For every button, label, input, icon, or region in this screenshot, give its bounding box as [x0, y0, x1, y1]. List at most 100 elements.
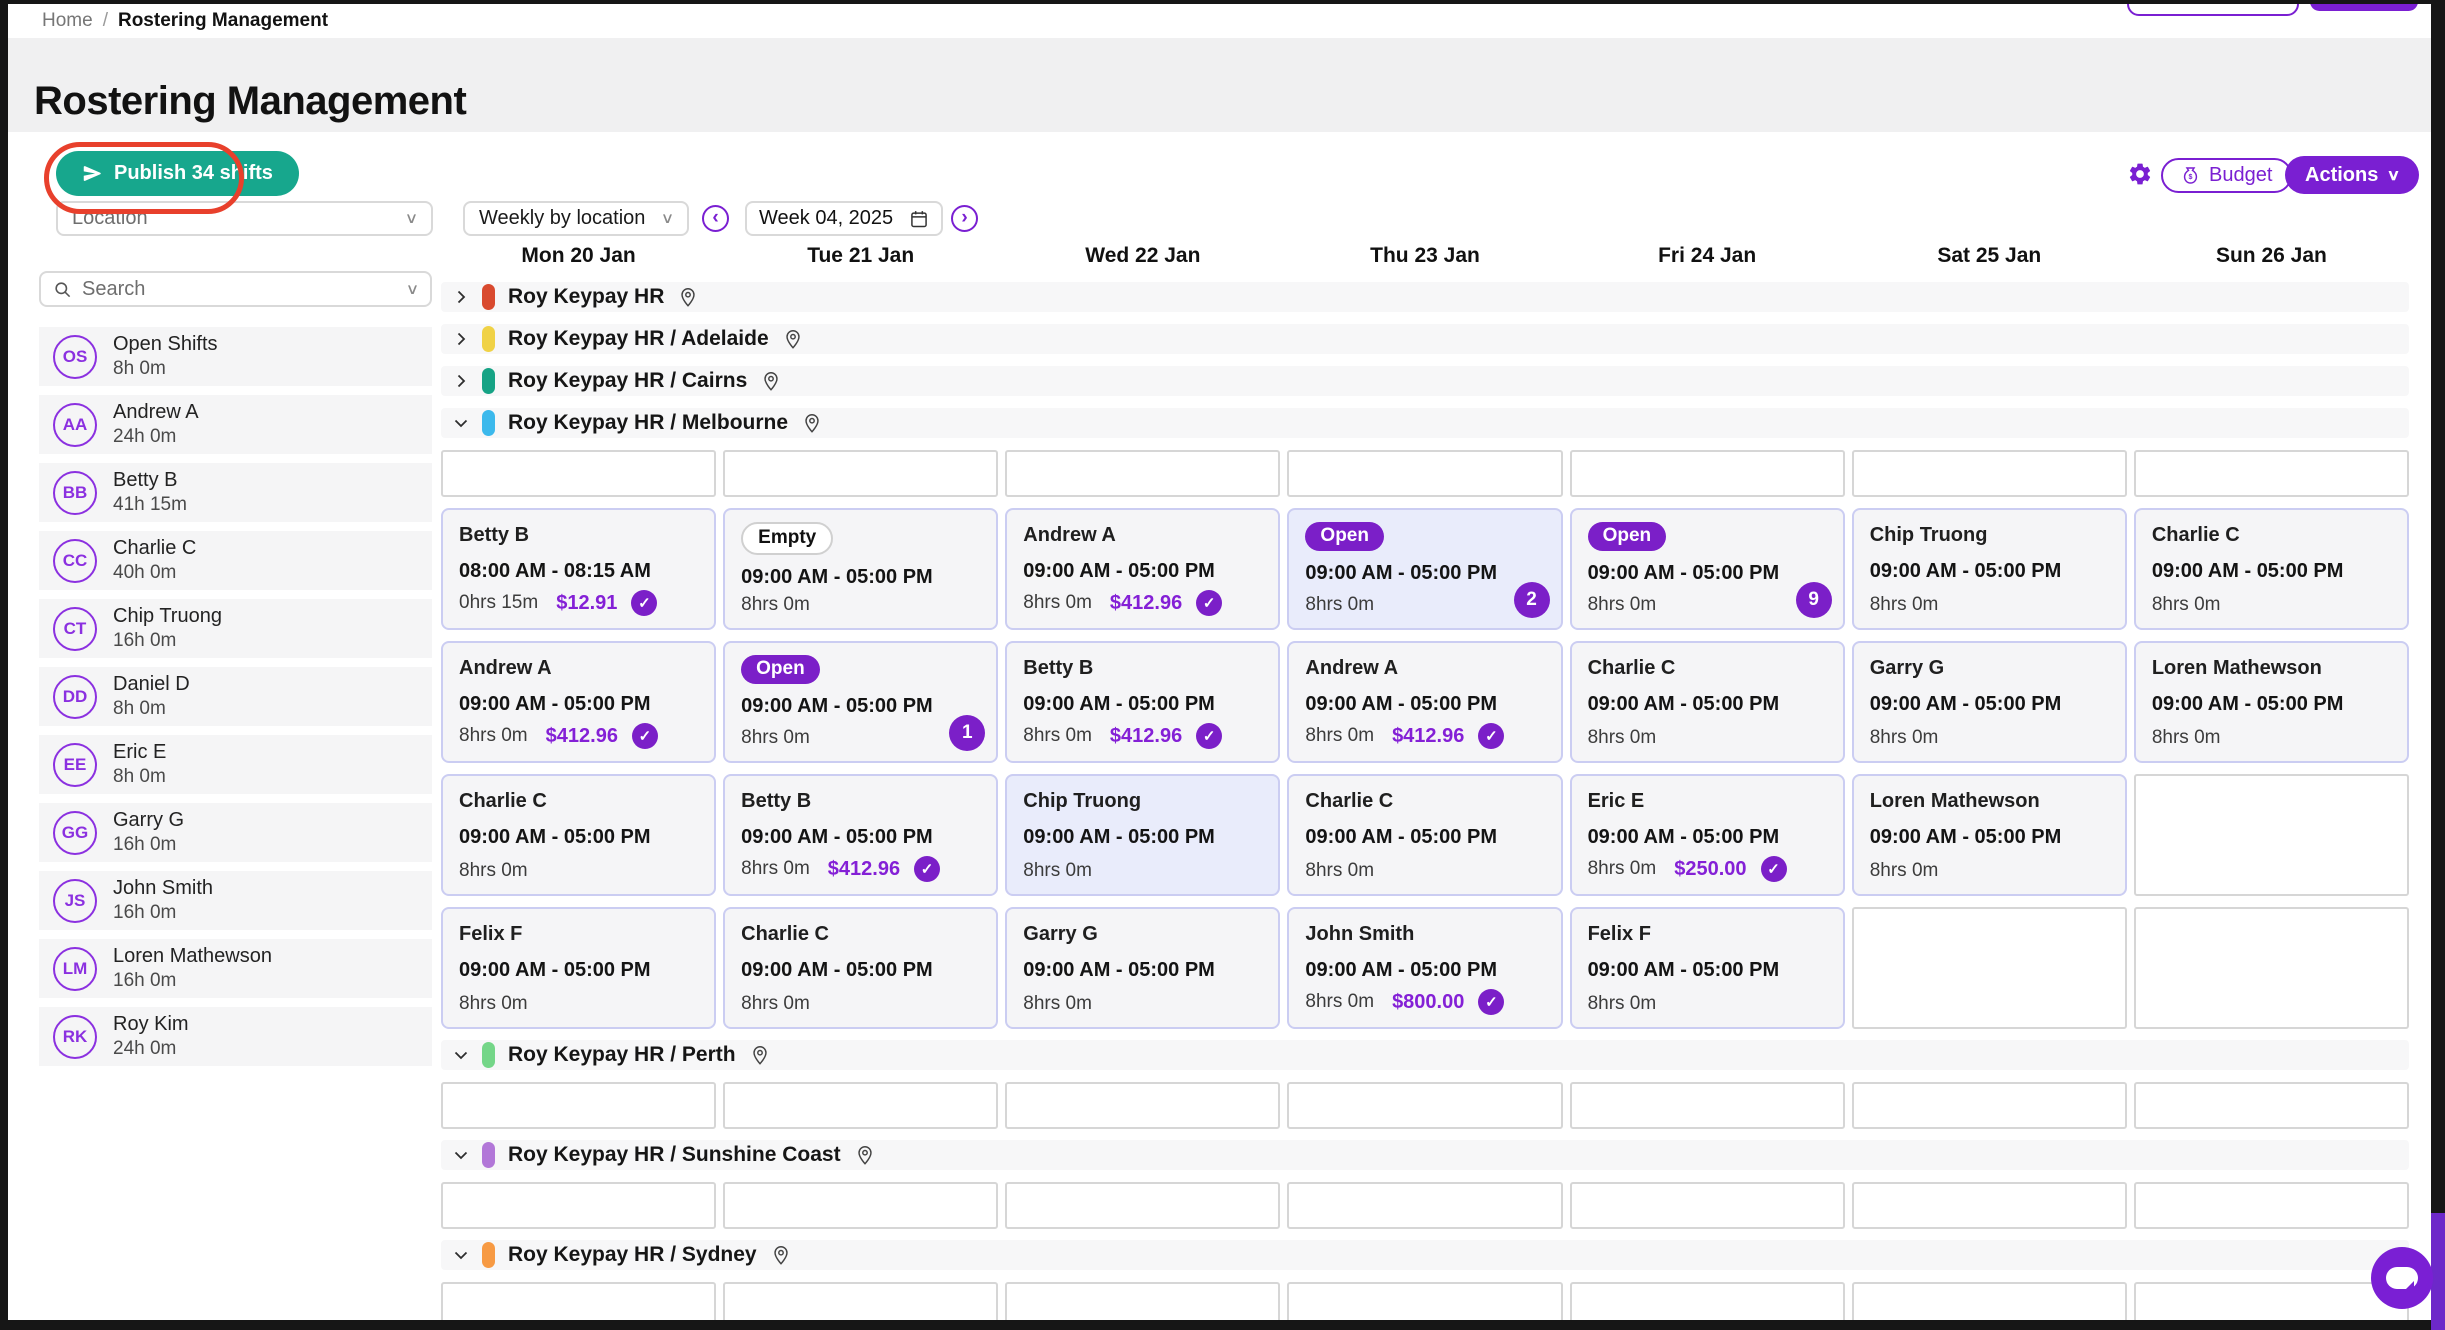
shift-cell[interactable]: ✓: [2134, 1282, 2409, 1320]
shift-cell[interactable]: ✓: [723, 1282, 998, 1320]
shift-cell[interactable]: ✓: [723, 1082, 998, 1129]
shift-cell[interactable]: ✓: [1852, 1082, 2127, 1129]
shift-cell[interactable]: Charlie C 09:00 AM - 05:00 PM 8hrs 0m ✓: [441, 774, 716, 896]
shift-cell[interactable]: John Smith 09:00 AM - 05:00 PM 8hrs 0m $…: [1287, 907, 1562, 1029]
location-group-bar[interactable]: Roy Keypay HR / Adelaide: [441, 324, 2409, 354]
shift-cell[interactable]: Felix F 09:00 AM - 05:00 PM 8hrs 0m ✓: [1570, 907, 1845, 1029]
shift-cell[interactable]: ✓: [1287, 1182, 1562, 1229]
shift-meta-line: 8hrs 0m ✓: [459, 860, 698, 882]
shift-cell[interactable]: ✓: [2134, 774, 2409, 896]
shift-status-badge: Open: [1588, 522, 1667, 551]
location-group-bar[interactable]: Roy Keypay HR / Cairns: [441, 366, 2409, 396]
settings-gear-icon[interactable]: [2127, 161, 2153, 187]
chat-launcher-button[interactable]: [2371, 1247, 2433, 1309]
location-filter-select[interactable]: Location ∨: [56, 201, 433, 236]
shift-cell[interactable]: ✓: [441, 450, 716, 497]
location-group-label: Roy Keypay HR / Sunshine Coast: [508, 1143, 841, 1167]
shift-cell[interactable]: ✓: [1287, 1282, 1562, 1320]
employee-list-item[interactable]: AA Andrew A 24h 0m: [39, 395, 432, 454]
shift-employee-name: Charlie C: [2152, 524, 2240, 547]
shift-cell[interactable]: ✓: [1570, 1282, 1845, 1320]
employee-list-item[interactable]: OS Open Shifts 8h 0m: [39, 327, 432, 386]
shift-cell[interactable]: ✓: [2134, 1082, 2409, 1129]
employee-list-item[interactable]: RK Roy Kim 24h 0m: [39, 1007, 432, 1066]
shift-employee-name: Betty B: [459, 524, 529, 547]
employee-list-item[interactable]: EE Eric E 8h 0m: [39, 735, 432, 794]
publish-shifts-button[interactable]: Publish 34 shifts: [56, 151, 299, 196]
shift-cell[interactable]: Empty 09:00 AM - 05:00 PM 8hrs 0m ✓: [723, 508, 998, 630]
shift-cell[interactable]: ✓: [1005, 450, 1280, 497]
shift-cell[interactable]: Open 09:00 AM - 05:00 PM 8hrs 0m ✓ 9: [1570, 508, 1845, 630]
shift-cell[interactable]: ✓: [1570, 1182, 1845, 1229]
shift-cell[interactable]: ✓: [2134, 907, 2409, 1029]
breadcrumb-home-link[interactable]: Home: [42, 10, 93, 32]
location-group-bar[interactable]: Roy Keypay HR: [441, 282, 2409, 312]
location-group-bar[interactable]: Roy Keypay HR / Sunshine Coast: [441, 1140, 2409, 1170]
shift-cell[interactable]: ✓: [441, 1082, 716, 1129]
shift-cell[interactable]: Chip Truong 09:00 AM - 05:00 PM 8hrs 0m …: [1852, 508, 2127, 630]
shift-cell[interactable]: ✓: [1570, 450, 1845, 497]
shift-cell[interactable]: Betty B 09:00 AM - 05:00 PM 8hrs 0m $412…: [1005, 641, 1280, 763]
shift-time-range: 09:00 AM - 05:00 PM: [1305, 562, 1544, 585]
view-mode-select[interactable]: Weekly by location ∨: [463, 201, 689, 236]
shift-cell[interactable]: Betty B 09:00 AM - 05:00 PM 8hrs 0m $412…: [723, 774, 998, 896]
shift-cell[interactable]: Open 09:00 AM - 05:00 PM 8hrs 0m ✓ 2: [1287, 508, 1562, 630]
shift-cell[interactable]: ✓: [1570, 1082, 1845, 1129]
header-cutoff-button-filled[interactable]: [2310, 4, 2418, 11]
employee-list-item[interactable]: LM Loren Mathewson 16h 0m: [39, 939, 432, 998]
shift-cell[interactable]: Charlie C 09:00 AM - 05:00 PM 8hrs 0m ✓: [723, 907, 998, 1029]
employee-list-item[interactable]: GG Garry G 16h 0m: [39, 803, 432, 862]
shift-header-line: Loren Mathewson: [2152, 655, 2391, 682]
employee-list-item[interactable]: BB Betty B 41h 15m: [39, 463, 432, 522]
previous-week-button[interactable]: ‹: [702, 205, 729, 232]
shift-cell[interactable]: ✓: [1852, 907, 2127, 1029]
shift-cell[interactable]: ✓: [1287, 1082, 1562, 1129]
shift-cell[interactable]: Garry G 09:00 AM - 05:00 PM 8hrs 0m ✓: [1005, 907, 1280, 1029]
shift-cell[interactable]: Garry G 09:00 AM - 05:00 PM 8hrs 0m ✓: [1852, 641, 2127, 763]
shift-cell[interactable]: ✓: [2134, 1182, 2409, 1229]
shift-cell[interactable]: ✓: [441, 1182, 716, 1229]
shift-cell[interactable]: ✓: [1005, 1082, 1280, 1129]
shift-cell[interactable]: Open 09:00 AM - 05:00 PM 8hrs 0m ✓ 1: [723, 641, 998, 763]
shift-cell[interactable]: Charlie C 09:00 AM - 05:00 PM 8hrs 0m ✓: [1570, 641, 1845, 763]
shift-cell[interactable]: Andrew A 09:00 AM - 05:00 PM 8hrs 0m $41…: [1287, 641, 1562, 763]
location-group-bar[interactable]: Roy Keypay HR / Perth: [441, 1040, 2409, 1070]
employee-list-item[interactable]: CT Chip Truong 16h 0m: [39, 599, 432, 658]
employee-hours: 8h 0m: [113, 697, 190, 721]
shift-cell[interactable]: ✓: [1005, 1282, 1280, 1320]
shift-cell[interactable]: Loren Mathewson 09:00 AM - 05:00 PM 8hrs…: [1852, 774, 2127, 896]
title-band: Rostering Management: [8, 38, 2431, 132]
shift-cell[interactable]: ✓: [1852, 1182, 2127, 1229]
shift-cell[interactable]: ✓: [2134, 450, 2409, 497]
shift-cell[interactable]: Chip Truong 09:00 AM - 05:00 PM 8hrs 0m …: [1005, 774, 1280, 896]
employee-search-input[interactable]: Search ∨: [39, 271, 432, 307]
shift-cell[interactable]: Betty B 08:00 AM - 08:15 AM 0hrs 15m $12…: [441, 508, 716, 630]
shift-cell[interactable]: ✓: [1287, 450, 1562, 497]
location-group-bar[interactable]: Roy Keypay HR / Sydney: [441, 1240, 2409, 1270]
shift-cell[interactable]: ✓: [723, 450, 998, 497]
employee-text: Charlie C 40h 0m: [113, 536, 196, 585]
shift-cell[interactable]: Eric E 09:00 AM - 05:00 PM 8hrs 0m $250.…: [1570, 774, 1845, 896]
employee-list-item[interactable]: DD Daniel D 8h 0m: [39, 667, 432, 726]
shift-cell[interactable]: Loren Mathewson 09:00 AM - 05:00 PM 8hrs…: [2134, 641, 2409, 763]
next-week-button[interactable]: ›: [951, 205, 978, 232]
shift-cell[interactable]: Felix F 09:00 AM - 05:00 PM 8hrs 0m ✓: [441, 907, 716, 1029]
week-picker[interactable]: Week 04, 2025: [745, 201, 943, 236]
shift-time-range: 09:00 AM - 05:00 PM: [1870, 560, 2109, 583]
shift-cell[interactable]: Andrew A 09:00 AM - 05:00 PM 8hrs 0m $41…: [441, 641, 716, 763]
location-group-bar[interactable]: Roy Keypay HR / Melbourne: [441, 408, 2409, 438]
actions-button[interactable]: Actions ∨: [2285, 156, 2419, 194]
shift-cell[interactable]: Charlie C 09:00 AM - 05:00 PM 8hrs 0m ✓: [2134, 508, 2409, 630]
shift-cell[interactable]: Andrew A 09:00 AM - 05:00 PM 8hrs 0m $41…: [1005, 508, 1280, 630]
header-cutoff-button-outline[interactable]: [2127, 4, 2299, 16]
employee-list-item[interactable]: CC Charlie C 40h 0m: [39, 531, 432, 590]
shift-cell[interactable]: ✓: [1852, 450, 2127, 497]
shift-cell[interactable]: ✓: [441, 1282, 716, 1320]
employee-list-item[interactable]: JS John Smith 16h 0m: [39, 871, 432, 930]
budget-button[interactable]: $ Budget: [2161, 158, 2292, 193]
shift-cell[interactable]: ✓: [1005, 1182, 1280, 1229]
shift-cell[interactable]: Charlie C 09:00 AM - 05:00 PM 8hrs 0m ✓: [1287, 774, 1562, 896]
shift-cell[interactable]: ✓: [723, 1182, 998, 1229]
shift-cell[interactable]: ✓: [1852, 1282, 2127, 1320]
shift-meta-line: 8hrs 0m $412.96 ✓: [459, 723, 698, 749]
